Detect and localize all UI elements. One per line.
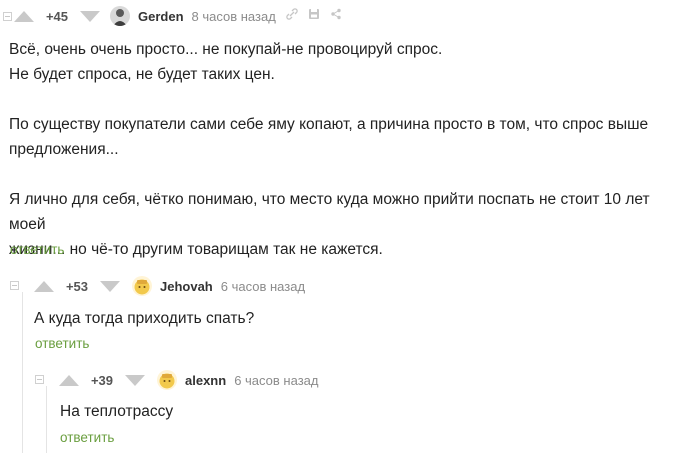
comment-rating: +39 [90,372,114,388]
thread-line[interactable] [46,386,47,453]
collapse-icon[interactable] [10,281,19,290]
comment-line: На теплотрассу [60,403,174,420]
reply-link[interactable]: ответить [10,242,64,257]
comment-time[interactable]: 6 часов назад [234,373,318,388]
comment-rating: +45 [45,8,69,24]
thread-line[interactable] [22,292,23,453]
comment-line [9,162,689,187]
reply-link[interactable]: ответить [35,336,89,351]
comment-author[interactable]: Jehovah [160,279,213,294]
comment-line: Не будет спроса, не будет таких цен. [9,66,275,83]
avatar[interactable] [157,370,177,390]
reply-link[interactable]: ответить [60,430,114,445]
comment-header: +45 Gerden 8 часов назад [14,6,342,26]
share-icon[interactable] [330,7,342,25]
comment-line: Всё, очень очень просто... не покупай-не… [9,41,443,58]
upvote-icon[interactable] [34,280,54,292]
upvote-icon[interactable] [59,374,79,386]
comment-text: На теплотрассу [60,399,680,424]
comment-line: жизни... но чё-то другим товарищам так н… [9,241,383,258]
comment-author[interactable]: alexnn [185,373,226,388]
collapse-icon[interactable] [3,12,12,21]
comment-header: +39 alexnn 6 часов назад [59,370,318,390]
downvote-icon[interactable] [100,280,120,292]
comment-text: Всё, очень очень просто... не покупай-не… [9,37,689,262]
avatar[interactable] [132,276,152,296]
comment-line: По существу покупатели сами себе яму коп… [9,116,649,133]
link-icon[interactable] [286,7,298,25]
comment-line: Я лично для себя, чётко понимаю, что мес… [9,191,650,233]
downvote-icon[interactable] [125,374,145,386]
avatar[interactable] [110,6,130,26]
comment-text: А куда тогда приходить спать? [34,306,674,331]
comment-rating: +53 [65,278,89,294]
comment-time[interactable]: 6 часов назад [221,279,305,294]
comment-line [9,87,689,112]
comment-line: предложения... [9,141,119,158]
upvote-icon[interactable] [14,10,34,22]
comment-author[interactable]: Gerden [138,9,184,24]
comment-line: А куда тогда приходить спать? [34,310,255,327]
comment-header: +53 Jehovah 6 часов назад [34,276,305,296]
downvote-icon[interactable] [80,10,100,22]
collapse-icon[interactable] [35,375,44,384]
save-icon[interactable] [308,7,320,25]
comment-time[interactable]: 8 часов назад [192,9,276,24]
